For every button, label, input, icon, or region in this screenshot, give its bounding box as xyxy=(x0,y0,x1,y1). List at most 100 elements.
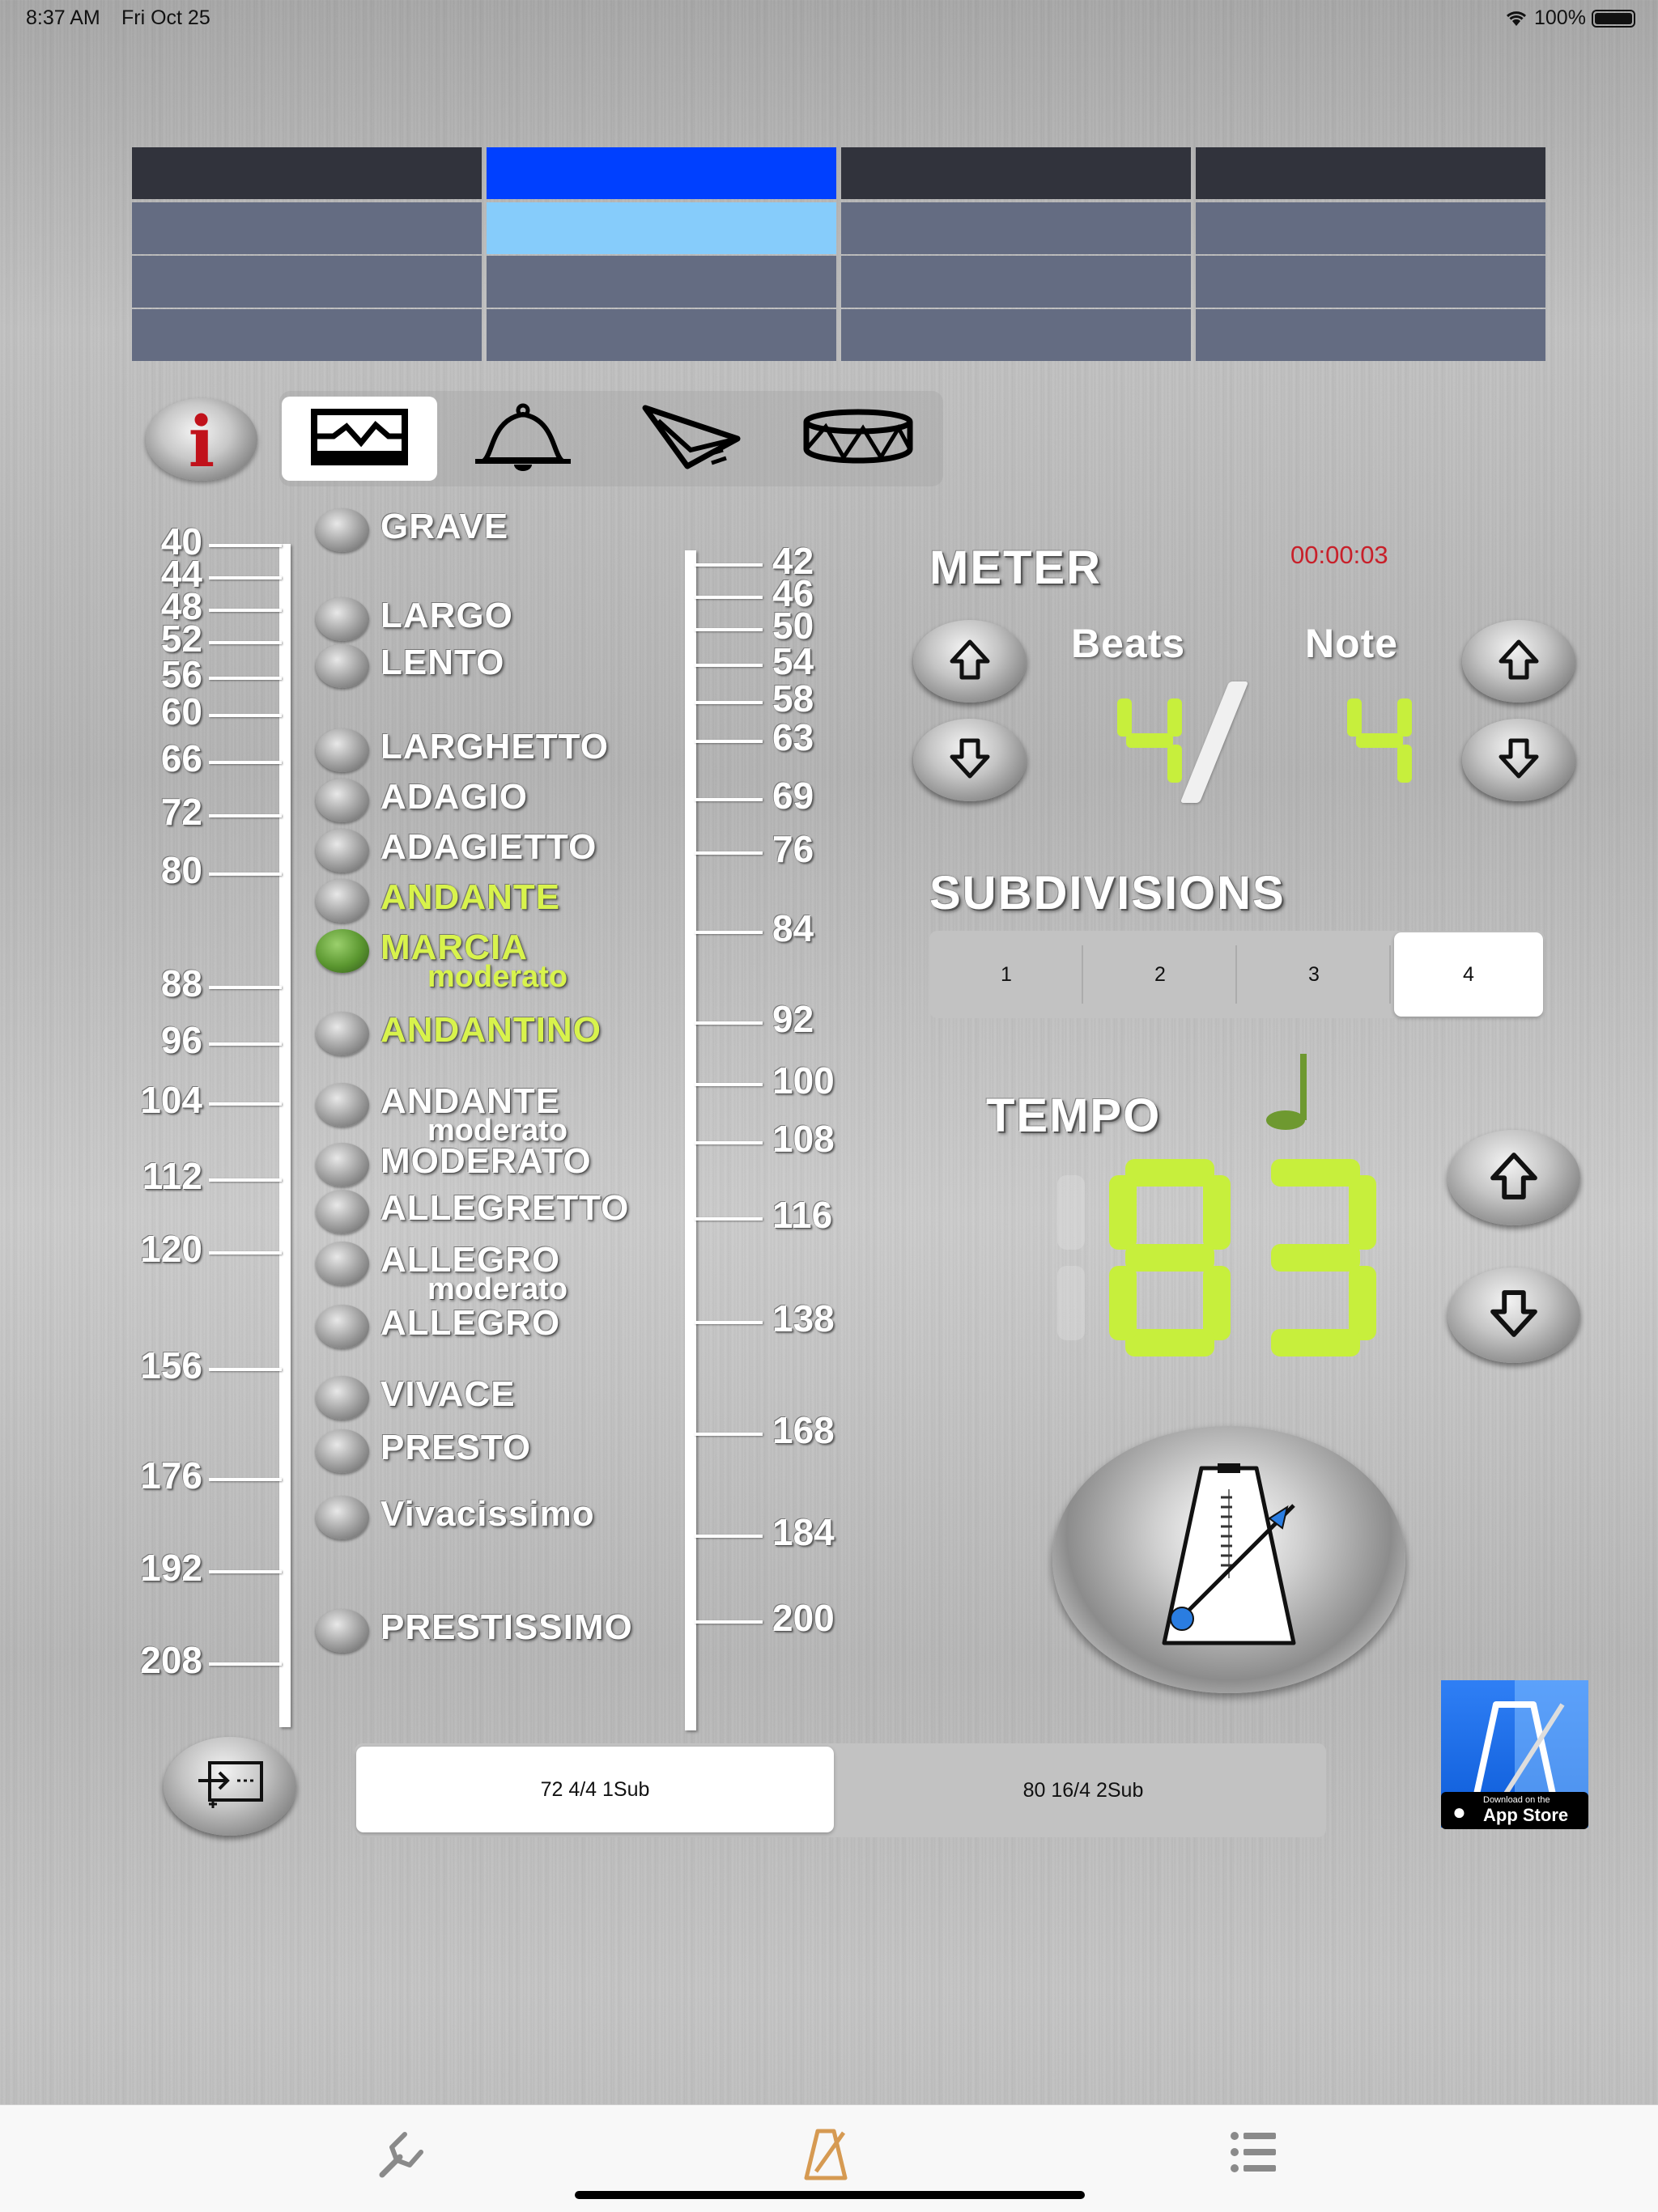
grid-cell[interactable] xyxy=(1196,202,1545,254)
tempo-marking-led[interactable] xyxy=(316,1143,369,1187)
digit-segment xyxy=(1271,1244,1360,1272)
tempo-marking-label[interactable]: LARGO xyxy=(380,596,513,636)
tempo-marking-led[interactable] xyxy=(316,644,369,688)
grid-cell[interactable] xyxy=(841,202,1191,254)
tempo-marking-label[interactable]: ANDANTINO xyxy=(380,1010,602,1051)
left-scale-tick xyxy=(209,544,282,547)
grid-cell[interactable] xyxy=(132,202,482,254)
tempo-marking-label[interactable]: ALLEGRO xyxy=(380,1303,560,1344)
note-down-button[interactable] xyxy=(1462,719,1575,801)
grid-cell[interactable] xyxy=(1196,309,1545,361)
right-scale-tick-label: 108 xyxy=(772,1118,835,1160)
tempo-marking-led[interactable] xyxy=(316,1496,369,1539)
subdivision-option-1[interactable]: 1 xyxy=(929,931,1083,1018)
tab-list[interactable] xyxy=(1229,2129,1278,2179)
tempo-marking-led[interactable] xyxy=(316,879,369,923)
add-preset-icon xyxy=(195,1760,265,1814)
tempo-up-button[interactable] xyxy=(1448,1130,1580,1225)
tab-metronome[interactable] xyxy=(801,2125,850,2189)
metronome-start-button[interactable] xyxy=(1052,1426,1405,1693)
waveform-icon xyxy=(311,408,408,469)
left-scale-tick xyxy=(209,1178,282,1182)
tempo-marking-led[interactable] xyxy=(316,1376,369,1420)
seven-segment-digit xyxy=(1109,1159,1231,1356)
preset-option-2[interactable]: 80 16/4 2Sub xyxy=(840,1743,1326,1837)
paper-plane-sound-button[interactable] xyxy=(631,397,753,481)
tempo-marking-label[interactable]: Vivacissimo xyxy=(380,1494,595,1535)
tempo-marking-label[interactable]: MODERATO xyxy=(380,1141,592,1182)
tempo-marking-led[interactable] xyxy=(316,1609,369,1653)
grid-cell[interactable] xyxy=(132,147,482,199)
subdivisions-control[interactable]: 1 2 3 4 xyxy=(929,931,1545,1018)
note-up-button[interactable] xyxy=(1462,620,1575,703)
tempo-marking-label[interactable]: LENTO xyxy=(380,643,504,683)
subdivision-option-2[interactable]: 2 xyxy=(1083,931,1237,1018)
drum-sound-button[interactable] xyxy=(793,397,923,481)
grid-cell[interactable] xyxy=(841,147,1191,199)
left-scale-tick xyxy=(209,1570,282,1573)
tempo-marking-led[interactable] xyxy=(316,1305,369,1348)
grid-cell[interactable] xyxy=(487,202,836,254)
wifi-icon xyxy=(1504,8,1528,32)
right-scale-tick xyxy=(695,740,763,743)
app-store-badge[interactable]: ● Download on the App Store xyxy=(1441,1792,1588,1829)
seven-segment-digit xyxy=(1255,1159,1376,1356)
tempo-marking-label[interactable]: ADAGIO xyxy=(380,777,528,817)
tempo-marking-label[interactable]: VIVACE xyxy=(380,1374,516,1415)
left-scale-tick xyxy=(209,1042,282,1046)
grid-cell[interactable] xyxy=(487,309,836,361)
left-scale-tick xyxy=(209,609,282,612)
bell-sound-button[interactable] xyxy=(461,397,585,481)
tempo-marking-label[interactable]: PRESTO xyxy=(380,1428,531,1468)
tempo-marking-led[interactable] xyxy=(316,779,369,822)
grid-cell[interactable] xyxy=(487,256,836,308)
grid-cell[interactable] xyxy=(132,256,482,308)
tempo-marking-label[interactable]: PRESTISSIMO xyxy=(380,1607,633,1648)
left-scale-tick-label: 66 xyxy=(160,737,202,779)
tab-tuner[interactable] xyxy=(372,2129,426,2187)
left-scale-line xyxy=(279,544,291,1727)
tempo-marking-label[interactable]: ADAGIETTO xyxy=(380,827,597,868)
beats-up-button[interactable] xyxy=(913,620,1027,703)
grid-cell[interactable] xyxy=(487,147,836,199)
add-preset-button[interactable] xyxy=(164,1737,296,1836)
tempo-marking-led[interactable] xyxy=(316,1190,369,1233)
info-button[interactable]: i xyxy=(146,398,257,483)
grid-cell[interactable] xyxy=(841,256,1191,308)
tempo-marking-led[interactable] xyxy=(316,1242,369,1285)
preset-option-1[interactable]: 72 4/4 1Sub xyxy=(356,1747,834,1832)
subdivision-option-4[interactable]: 4 xyxy=(1394,932,1543,1017)
tempo-marking-led[interactable] xyxy=(316,1012,369,1055)
digit-segment xyxy=(1125,733,1174,748)
beat-grid[interactable] xyxy=(132,147,1549,363)
tempo-down-button[interactable] xyxy=(1448,1267,1580,1363)
digit-segment xyxy=(1109,1175,1137,1250)
tempo-marking-label[interactable]: ALLEGRETTO xyxy=(380,1188,629,1229)
tempo-marking-led[interactable] xyxy=(316,1083,369,1127)
tempo-marking-led[interactable] xyxy=(316,829,369,872)
waveform-sound-button[interactable] xyxy=(282,397,437,481)
beats-down-button[interactable] xyxy=(913,719,1027,801)
right-scale-tick xyxy=(695,596,763,599)
tempo-marking-led[interactable] xyxy=(316,728,369,772)
tempo-marking-label[interactable]: ANDANTE xyxy=(380,877,560,918)
battery-icon xyxy=(1592,10,1635,28)
tempo-marking-led[interactable] xyxy=(316,508,369,552)
left-scale-tick xyxy=(209,1102,282,1106)
grid-cell[interactable] xyxy=(1196,256,1545,308)
digit-segment xyxy=(1057,1175,1085,1250)
grid-cell[interactable] xyxy=(1196,147,1545,199)
tempo-marking-led[interactable] xyxy=(316,1429,369,1473)
presets-control[interactable]: 72 4/4 1Sub 80 16/4 2Sub xyxy=(355,1743,1326,1837)
right-scale-tick-label: 100 xyxy=(772,1059,835,1102)
tempo-value-display xyxy=(963,1159,1392,1361)
right-scale-tick xyxy=(695,1217,763,1221)
tempo-marking-led[interactable] xyxy=(316,597,369,641)
grid-cell[interactable] xyxy=(132,309,482,361)
grid-cell[interactable] xyxy=(841,309,1191,361)
tempo-marking-label[interactable]: LARGHETTO xyxy=(380,727,609,767)
tempo-marking-label[interactable]: GRAVE xyxy=(380,507,508,547)
tempo-marking-led[interactable] xyxy=(316,929,369,973)
subdivision-option-3[interactable]: 3 xyxy=(1237,931,1391,1018)
digit-segment xyxy=(1203,1175,1231,1250)
